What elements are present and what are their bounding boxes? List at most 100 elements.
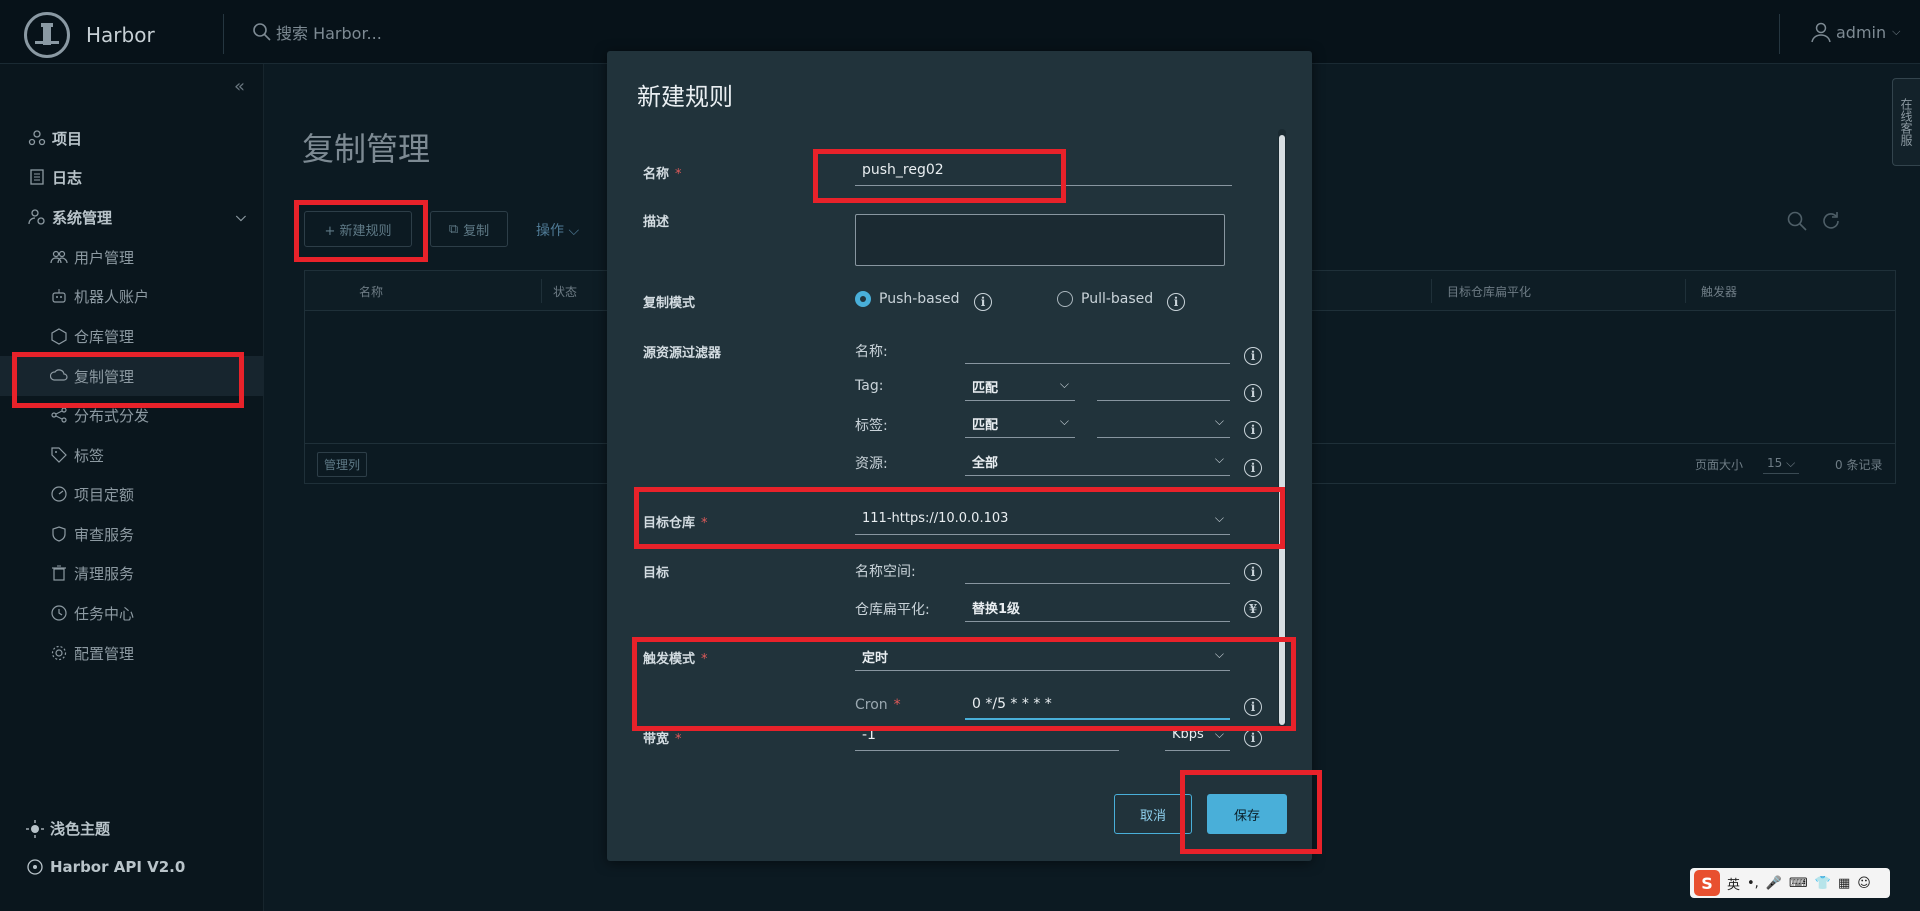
sidebar-item-labels[interactable]: 标签 bbox=[0, 435, 264, 475]
trigger-label-text: 触发模式 bbox=[643, 652, 696, 667]
modal-scrollbar[interactable] bbox=[1278, 129, 1286, 729]
sidebar-item-replication[interactable]: 复制管理 bbox=[0, 356, 264, 396]
push-based-radio[interactable]: Push-based bbox=[855, 291, 960, 307]
brand[interactable]: Harbor bbox=[24, 12, 155, 58]
column-header[interactable]: 状态 bbox=[553, 283, 577, 300]
pull-based-radio[interactable]: Pull-based bbox=[1057, 291, 1153, 307]
info-icon[interactable]: ¥ bbox=[1244, 600, 1262, 618]
sidebar-item-users[interactable]: 用户管理 bbox=[0, 237, 264, 277]
sidebar-item-interrogation[interactable]: 审查服务 bbox=[0, 514, 264, 554]
filter-label-match-select[interactable]: 匹配 ⌵ bbox=[965, 410, 1075, 438]
bandwidth-unit-select[interactable]: Kbps ⌵ bbox=[1165, 723, 1230, 751]
filter-label-select[interactable]: ⌵ bbox=[1097, 410, 1230, 438]
scrollbar-thumb[interactable] bbox=[1279, 135, 1285, 725]
filter-label-label: 标签: bbox=[855, 418, 888, 434]
bandwidth-input[interactable]: -1 bbox=[855, 723, 1119, 751]
actions-dropdown[interactable]: 操作 ⌵ bbox=[536, 220, 579, 240]
user-menu[interactable]: admin ⌵ bbox=[1810, 21, 1900, 43]
filter-resource-select[interactable]: 全部 ⌵ bbox=[965, 448, 1230, 476]
nav-divider bbox=[1779, 14, 1780, 54]
filter-tag-label: Tag: bbox=[855, 378, 884, 394]
robot-icon bbox=[50, 287, 68, 305]
sidebar-item-configuration[interactable]: 配置管理 bbox=[0, 633, 264, 673]
sidebar-item-quotas[interactable]: 项目定额 bbox=[0, 474, 264, 514]
sidebar-item-label: 机器人账户 bbox=[74, 287, 150, 306]
cron-input[interactable]: 0 */5 * * * * bbox=[965, 692, 1230, 720]
table-tools bbox=[1786, 210, 1842, 232]
sidebar-item-distribution[interactable]: 分布式分发 bbox=[0, 395, 264, 435]
ime-language[interactable]: 英 bbox=[1727, 874, 1740, 893]
info-icon[interactable]: i bbox=[974, 293, 992, 311]
info-icon[interactable]: i bbox=[1244, 421, 1262, 439]
filter-tag-input[interactable] bbox=[1097, 373, 1230, 401]
page-size-select[interactable]: 15 ⌵ bbox=[1763, 456, 1800, 474]
refresh-icon[interactable] bbox=[1820, 210, 1842, 232]
flatten-select[interactable]: 替换1级 bbox=[965, 594, 1230, 622]
filter-name-label: 名称: bbox=[855, 344, 888, 360]
column-header[interactable]: 目标仓库扁平化 bbox=[1447, 283, 1531, 300]
column-separator bbox=[1685, 279, 1686, 303]
collapse-sidebar-icon[interactable]: « bbox=[234, 76, 245, 97]
info-icon[interactable]: i bbox=[1244, 563, 1262, 581]
column-header[interactable]: 名称 bbox=[359, 283, 383, 300]
side-help-tab[interactable]: 在线客服 bbox=[1892, 78, 1920, 166]
sidebar-item-label: 日志 bbox=[52, 168, 83, 187]
gear-icon bbox=[50, 644, 68, 662]
sidebar-item-label: 用户管理 bbox=[74, 248, 135, 267]
api-link[interactable]: Harbor API V2.0 bbox=[26, 858, 185, 876]
description-textarea[interactable] bbox=[855, 214, 1225, 266]
keyboard-icon[interactable]: ⌨ bbox=[1789, 876, 1808, 891]
save-button[interactable]: 保存 bbox=[1207, 794, 1287, 834]
sidebar-item-label: 仓库管理 bbox=[74, 327, 135, 346]
target-registry-label: 目标仓库 * bbox=[643, 512, 708, 531]
filter-tag-match-select[interactable]: 匹配 ⌵ bbox=[965, 373, 1075, 401]
sidebar-item-job-service[interactable]: 任务中心 bbox=[0, 593, 264, 633]
sidebar-item-admin[interactable]: 系统管理 ⌵ bbox=[0, 197, 264, 237]
projects-icon bbox=[28, 129, 46, 147]
modal-title: 新建规则 bbox=[637, 83, 733, 111]
sidebar-item-clean-up[interactable]: 清理服务 bbox=[0, 553, 264, 593]
microphone-icon[interactable]: 🎤 bbox=[1766, 876, 1782, 891]
sidebar-item-logs[interactable]: 日志 bbox=[0, 157, 264, 197]
punctuation-icon[interactable]: •, bbox=[1747, 876, 1759, 891]
clock-icon bbox=[50, 604, 68, 622]
info-icon[interactable]: i bbox=[1244, 459, 1262, 477]
chevron-down-icon: ⌵ bbox=[1059, 414, 1069, 428]
info-icon[interactable]: i bbox=[1244, 347, 1262, 365]
trigger-mode-select[interactable]: 定时 ⌵ bbox=[855, 643, 1230, 671]
chevron-down-icon: ⌵ bbox=[568, 223, 580, 239]
info-icon[interactable]: i bbox=[1244, 729, 1262, 747]
flatten-label: 仓库扁平化: bbox=[855, 602, 930, 618]
filter-name-input[interactable] bbox=[965, 336, 1230, 364]
sidebar-item-projects[interactable]: 项目 bbox=[0, 118, 264, 158]
theme-toggle[interactable]: 浅色主题 bbox=[26, 818, 110, 839]
cancel-button[interactable]: 取消 bbox=[1114, 794, 1192, 834]
info-icon[interactable]: i bbox=[1244, 384, 1262, 402]
name-label: 名称 * bbox=[643, 163, 682, 182]
target-registry-select[interactable]: 111-https://10.0.0.103 ⌵ bbox=[855, 507, 1230, 535]
name-input[interactable]: push_reg02 bbox=[855, 158, 1232, 186]
copy-button[interactable]: ⧉ 复制 bbox=[430, 211, 508, 247]
column-header[interactable]: 触发器 bbox=[1701, 283, 1737, 300]
manage-columns-button[interactable]: 管理列 bbox=[317, 452, 368, 477]
search-icon[interactable] bbox=[1786, 210, 1808, 232]
mascot-icon[interactable]: ☺ bbox=[1857, 876, 1871, 891]
chevron-down-icon: ⌵ bbox=[1214, 647, 1224, 661]
username: admin bbox=[1836, 22, 1887, 42]
global-search[interactable]: 搜索 Harbor... bbox=[252, 20, 382, 44]
toolbox-icon[interactable]: ▦ bbox=[1838, 876, 1850, 891]
record-count: 0 条记录 bbox=[1835, 458, 1883, 472]
cron-label-text: Cron bbox=[855, 697, 888, 713]
skin-icon[interactable]: 👕 bbox=[1815, 876, 1831, 891]
info-icon[interactable]: i bbox=[1244, 698, 1262, 716]
sidebar-item-registries[interactable]: 仓库管理 bbox=[0, 316, 264, 356]
shield-icon bbox=[50, 525, 68, 543]
copy-icon: ⧉ bbox=[448, 221, 459, 237]
info-icon[interactable]: i bbox=[1167, 293, 1185, 311]
chevron-down-icon: ⌵ bbox=[236, 209, 246, 225]
ime-toolbar[interactable]: S 英 •, 🎤 ⌨ 👕 ▦ ☺ bbox=[1690, 868, 1890, 898]
sidebar-item-robot[interactable]: 机器人账户 bbox=[0, 276, 264, 316]
new-rule-button[interactable]: + 新建规则 bbox=[304, 211, 412, 247]
harbor-logo-icon bbox=[24, 12, 70, 58]
namespace-input[interactable] bbox=[965, 556, 1230, 584]
